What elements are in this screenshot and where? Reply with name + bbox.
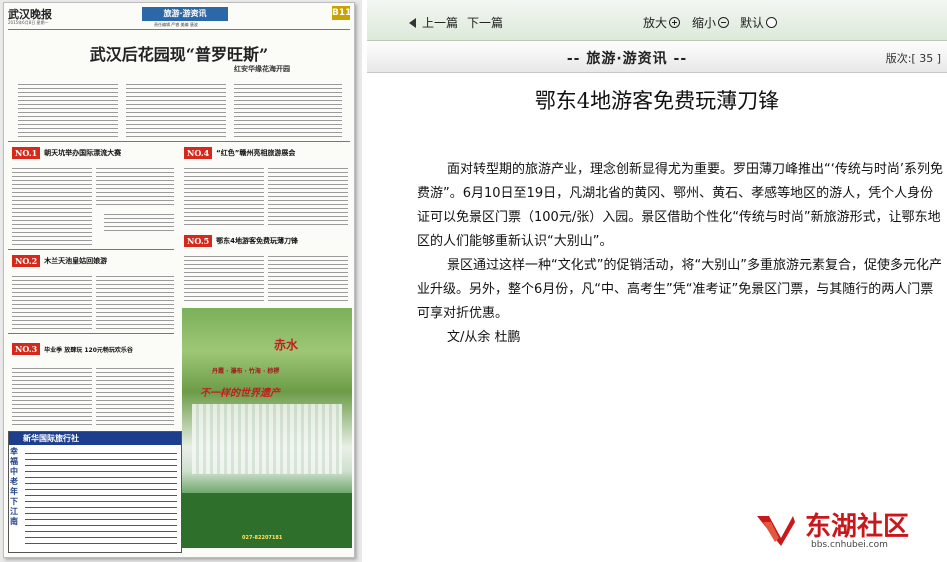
news-item-text — [12, 165, 92, 247]
zoom-reset-button[interactable]: 默认 — [740, 14, 778, 31]
news-item-text — [96, 165, 174, 205]
newspaper-date: 2015年6月8日 星期一 — [8, 20, 49, 25]
watermark-name: 东湖社区 — [805, 512, 910, 542]
ad-tagline: 丹霞 · 瀑布 · 竹海 · 桫椤 — [212, 368, 280, 375]
item-title: 朝天坑举办国际漂流大赛 — [44, 149, 122, 157]
zoom-out-button[interactable]: 缩小 — [692, 14, 730, 31]
reader-toolbar: 上一篇 下一篇 放大 缩小 默认 — [367, 0, 947, 41]
news-item-text — [104, 211, 174, 233]
item-number: NO.4 — [184, 147, 213, 159]
article-body: 面对转型期的旅游产业，理念创新显得尤为重要。罗田薄刀峰推出“‘传统与时尚’系列免… — [417, 158, 945, 350]
zoom-in-label: 放大 — [643, 16, 668, 30]
newspaper-page-thumbnail[interactable]: 武汉晚报 2015年6月8日 星期一 旅游·游资讯 责任编辑 严睿 美编 唐波 … — [3, 2, 355, 558]
chishui-advertisement[interactable]: 赤水 丹霞 · 瀑布 · 竹海 · 桫椤 不一样的世界遗产 027-822071… — [182, 308, 352, 548]
waterfall-image — [192, 404, 342, 474]
divider — [8, 141, 350, 142]
section-title: -- 旅游·游资讯 -- — [566, 51, 688, 67]
arrow-left-icon — [409, 17, 416, 28]
article-paragraph: 面对转型期的旅游产业，理念创新显得尤为重要。罗田薄刀峰推出“‘传统与时尚’系列免… — [417, 162, 944, 249]
next-article-button[interactable]: 下一篇 — [467, 14, 503, 31]
divider — [8, 249, 174, 250]
previous-article-button[interactable]: 上一篇 — [409, 14, 458, 31]
article-reader: 上一篇 下一篇 放大 缩小 默认 -- 旅游·游资讯 -- 版次:[ 35 ] … — [367, 0, 947, 562]
article-author: 文/从余 杜鹏 — [447, 330, 521, 345]
ad-slogan: 不一样的世界遗产 — [200, 388, 280, 399]
newspaper-page-tag: B11 — [332, 6, 352, 20]
news-item-3[interactable]: NO.3 毕业季 放肆玩 120元畅玩欢乐谷 — [12, 343, 133, 355]
section-header: -- 旅游·游资讯 -- 版次:[ 35 ] — [367, 42, 947, 73]
news-item-text — [12, 273, 92, 329]
item-number: NO.3 — [12, 343, 41, 355]
lead-story-text — [234, 81, 342, 137]
ad-travel-title: 新华国际旅行社 — [9, 432, 181, 445]
news-item-4[interactable]: NO.4 “红色”赣州亮相旅游展会 — [184, 147, 295, 159]
news-item-5[interactable]: NO.5 鄂东4地游客免费玩薄刀锋 — [184, 235, 298, 247]
news-item-1[interactable]: NO.1 朝天坑举办国际漂流大赛 — [12, 147, 121, 159]
ad-logo: 赤水 — [274, 338, 299, 352]
next-label: 下一篇 — [467, 16, 504, 30]
zoom-out-label: 缩小 — [692, 16, 717, 30]
item-number: NO.2 — [12, 255, 41, 267]
newspaper-headline: 武汉后花园现“普罗旺斯” — [89, 45, 269, 64]
ad-bottom-band: 027-82207181 — [182, 493, 352, 548]
ad-phone: 027-82207181 — [242, 535, 283, 541]
circle-icon — [766, 17, 778, 28]
item-number: NO.1 — [12, 147, 41, 159]
news-item-text — [184, 253, 264, 303]
travel-agency-advertisement[interactable]: 新华国际旅行社 幸福中老年下江南 — [8, 431, 182, 553]
reset-label: 默认 — [740, 16, 765, 30]
news-item-text — [96, 365, 174, 425]
item-title: 毕业季 放肆玩 120元畅玩欢乐谷 — [44, 346, 133, 354]
watermark-url: bbs.cnhubei.com — [811, 540, 888, 550]
lead-story-text — [126, 81, 226, 137]
newspaper-section-banner: 旅游·游资讯 — [142, 7, 228, 21]
donghu-logo-icon — [757, 516, 795, 546]
news-item-2[interactable]: NO.2 木兰天池皇姑回娘游 — [12, 255, 107, 267]
ad-travel-rows — [25, 448, 177, 544]
item-title: 鄂东4地游客免费玩薄刀锋 — [216, 237, 299, 245]
newspaper-subhead: 红安华缘花海开园 — [234, 65, 290, 73]
site-watermark: 东湖社区 bbs.cnhubei.com — [755, 498, 935, 558]
news-item-text — [268, 253, 348, 303]
item-title: “红色”赣州亮相旅游展会 — [216, 149, 296, 157]
news-item-text — [268, 165, 348, 227]
news-item-text — [96, 273, 174, 329]
item-title: 木兰天池皇姑回娘游 — [44, 257, 108, 265]
edition-number: 版次:[ 35 ] — [885, 52, 941, 65]
newspaper-panel: 武汉晚报 2015年6月8日 星期一 旅游·游资讯 责任编辑 严睿 美编 唐波 … — [0, 0, 362, 562]
previous-label: 上一篇 — [422, 16, 459, 30]
newspaper-editors: 责任编辑 严睿 美编 唐波 — [154, 22, 198, 27]
zoom-in-button[interactable]: 放大 — [643, 14, 681, 31]
plus-circle-icon — [669, 17, 681, 28]
minus-circle-icon — [718, 17, 730, 28]
news-item-text — [12, 365, 92, 425]
news-item-text — [184, 165, 264, 227]
lead-story-text — [18, 81, 118, 137]
ad-travel-side-text: 幸福中老年下江南 — [10, 447, 18, 526]
article-title: 鄂东4地游客免费玩薄刀锋 — [534, 89, 780, 113]
article-paragraph: 景区通过这样一种“文化式”的促销活动，将“大别山”多重旅游元素复合，促使多元化产… — [417, 258, 942, 321]
item-number: NO.5 — [184, 235, 213, 247]
divider — [8, 333, 174, 334]
divider — [8, 29, 350, 30]
